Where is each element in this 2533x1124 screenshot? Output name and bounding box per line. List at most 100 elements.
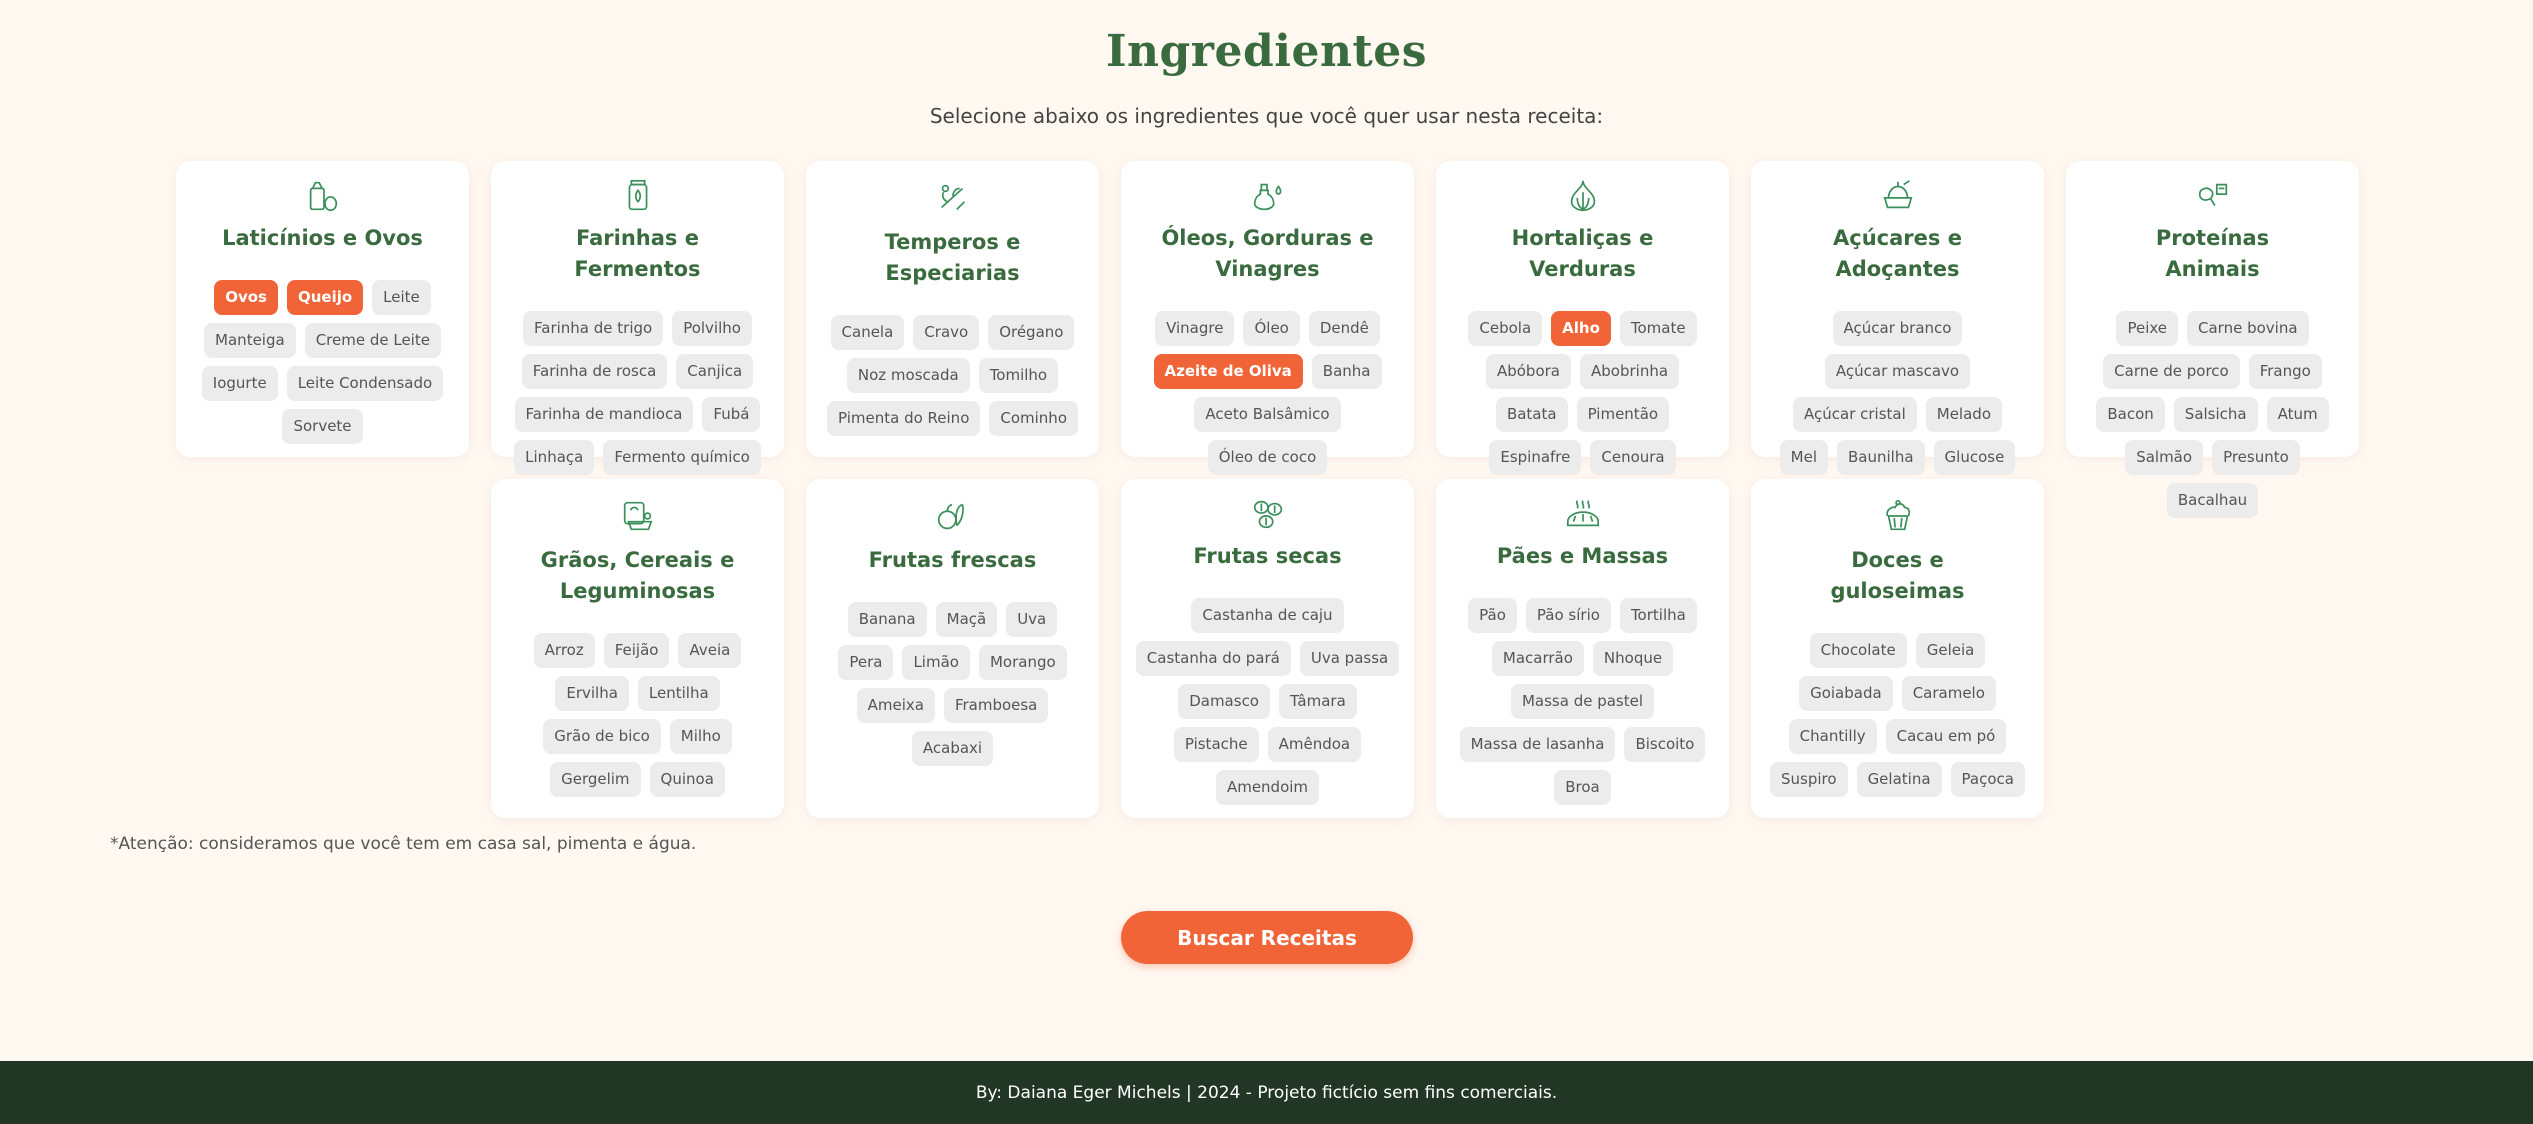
- ingredient-tag[interactable]: Carne de porco: [2103, 354, 2240, 389]
- ingredient-tag[interactable]: Bacalhau: [2166, 483, 2259, 518]
- ingredient-tag[interactable]: Óleo: [1243, 311, 1300, 346]
- ingredient-tag[interactable]: Cebola: [1468, 311, 1543, 346]
- ingredient-tag[interactable]: Amendoim: [1215, 770, 1320, 805]
- ingredient-tag[interactable]: Creme de Leite: [304, 323, 441, 358]
- ingredient-tag[interactable]: Fermento químico: [603, 440, 761, 475]
- ingredient-tag[interactable]: Ovos: [214, 280, 278, 315]
- ingredient-tag[interactable]: Limão: [902, 645, 970, 680]
- ingredient-tag[interactable]: Pão sírio: [1525, 598, 1611, 633]
- ingredient-tag[interactable]: Pimenta do Reino: [827, 401, 981, 436]
- ingredient-tag[interactable]: Uva passa: [1299, 641, 1400, 676]
- ingredient-tag[interactable]: Quinoa: [649, 762, 725, 797]
- ingredient-tag[interactable]: Damasco: [1178, 684, 1270, 719]
- ingredient-tag[interactable]: Leite Condensado: [286, 366, 444, 401]
- ingredient-tag[interactable]: Alho: [1551, 311, 1611, 346]
- ingredient-tag[interactable]: Açúcar mascavo: [1824, 354, 1971, 389]
- ingredient-tag[interactable]: Polvilho: [672, 311, 752, 346]
- ingredient-tag[interactable]: Batata: [1495, 397, 1568, 432]
- ingredient-tag[interactable]: Abóbora: [1485, 354, 1571, 389]
- ingredient-tag[interactable]: Melado: [1925, 397, 2002, 432]
- ingredient-tag[interactable]: Farinha de rosca: [521, 354, 668, 389]
- ingredient-tag[interactable]: Geleia: [1915, 633, 1986, 668]
- ingredient-tag[interactable]: Dendê: [1308, 311, 1380, 346]
- ingredient-tag[interactable]: Linhaça: [514, 440, 595, 475]
- ingredient-tag[interactable]: Feijão: [603, 633, 670, 668]
- ingredient-tag[interactable]: Glucose: [1933, 440, 2016, 475]
- ingredient-tag[interactable]: Arroz: [533, 633, 595, 668]
- ingredient-tag[interactable]: Carne bovina: [2187, 311, 2309, 346]
- ingredient-tag[interactable]: Gergelim: [550, 762, 641, 797]
- ingredient-tag[interactable]: Broa: [1554, 770, 1611, 805]
- ingredient-tag[interactable]: Cravo: [913, 315, 980, 350]
- ingredient-tag[interactable]: Macarrão: [1491, 641, 1584, 676]
- ingredient-tag[interactable]: Ameixa: [856, 688, 935, 723]
- ingredient-tag[interactable]: Cenoura: [1590, 440, 1676, 475]
- ingredient-tag[interactable]: Chocolate: [1809, 633, 1907, 668]
- ingredient-tag[interactable]: Baunilha: [1837, 440, 1925, 475]
- ingredient-tag[interactable]: Pão: [1468, 598, 1517, 633]
- ingredient-tag[interactable]: Goiabada: [1799, 676, 1893, 711]
- ingredient-tag[interactable]: Uva: [1006, 602, 1058, 637]
- ingredient-tag[interactable]: Massa de pastel: [1510, 684, 1655, 719]
- ingredient-tag[interactable]: Biscoito: [1624, 727, 1706, 762]
- ingredient-tag[interactable]: Caramelo: [1901, 676, 1996, 711]
- ingredient-tag[interactable]: Banha: [1311, 354, 1382, 389]
- ingredient-tag[interactable]: Framboesa: [943, 688, 1049, 723]
- ingredient-tag[interactable]: Aceto Balsâmico: [1194, 397, 1341, 432]
- ingredient-tag[interactable]: Farinha de trigo: [523, 311, 664, 346]
- ingredient-tag[interactable]: Queijo: [286, 280, 364, 315]
- ingredient-tag[interactable]: Tâmara: [1279, 684, 1357, 719]
- ingredient-tag[interactable]: Castanha do pará: [1135, 641, 1291, 676]
- ingredient-tag[interactable]: Cominho: [989, 401, 1078, 436]
- ingredient-tag[interactable]: Suspiro: [1770, 762, 1848, 797]
- ingredient-tag[interactable]: Pera: [838, 645, 894, 680]
- ingredient-tag[interactable]: Pistache: [1173, 727, 1259, 762]
- ingredient-tag[interactable]: Mel: [1779, 440, 1829, 475]
- ingredient-tag[interactable]: Presunto: [2212, 440, 2300, 475]
- ingredient-tag[interactable]: Cacau em pó: [1885, 719, 2007, 754]
- ingredient-tag[interactable]: Farinha de mandioca: [514, 397, 694, 432]
- ingredient-tag[interactable]: Noz moscada: [846, 358, 970, 393]
- ingredient-tag[interactable]: Pimentão: [1576, 397, 1670, 432]
- search-recipes-button[interactable]: Buscar Receitas: [1121, 911, 1413, 964]
- ingredient-tag[interactable]: Açúcar cristal: [1793, 397, 1917, 432]
- ingredient-tag[interactable]: Óleo de coco: [1207, 440, 1328, 475]
- ingredient-tag[interactable]: Tomilho: [978, 358, 1059, 393]
- ingredient-tag[interactable]: Amêndoa: [1267, 727, 1362, 762]
- ingredient-tag[interactable]: Tortilha: [1619, 598, 1697, 633]
- ingredient-tag[interactable]: Castanha de caju: [1191, 598, 1344, 633]
- ingredient-tag[interactable]: Salmão: [2125, 440, 2204, 475]
- ingredient-tag[interactable]: Atum: [2266, 397, 2329, 432]
- ingredient-tag[interactable]: Maçã: [935, 602, 998, 637]
- ingredient-tag[interactable]: Lentilha: [637, 676, 720, 711]
- ingredient-tag[interactable]: Acabaxi: [911, 731, 994, 766]
- ingredient-tag[interactable]: Nhoque: [1592, 641, 1674, 676]
- ingredient-tag[interactable]: Açúcar branco: [1832, 311, 1963, 346]
- ingredient-tag[interactable]: Sorvete: [282, 409, 363, 444]
- ingredient-tag[interactable]: Espinafre: [1489, 440, 1582, 475]
- ingredient-tag[interactable]: Canjica: [676, 354, 754, 389]
- ingredient-tag[interactable]: Gelatina: [1856, 762, 1942, 797]
- ingredient-tag[interactable]: Banana: [847, 602, 927, 637]
- ingredient-tag[interactable]: Abobrinha: [1580, 354, 1680, 389]
- ingredient-tag[interactable]: Azeite de Oliva: [1153, 354, 1303, 389]
- ingredient-tag[interactable]: Canela: [830, 315, 905, 350]
- ingredient-tag[interactable]: Frango: [2248, 354, 2322, 389]
- ingredient-tag[interactable]: Iogurte: [201, 366, 278, 401]
- ingredient-tag[interactable]: Peixe: [2116, 311, 2179, 346]
- ingredient-tag[interactable]: Grão de bico: [543, 719, 661, 754]
- ingredient-tag[interactable]: Chantilly: [1788, 719, 1877, 754]
- ingredient-tag[interactable]: Fubá: [702, 397, 761, 432]
- ingredient-tag[interactable]: Ervilha: [555, 676, 629, 711]
- ingredient-tag[interactable]: Manteiga: [204, 323, 296, 358]
- ingredient-tag[interactable]: Leite: [372, 280, 431, 315]
- ingredient-tag[interactable]: Milho: [669, 719, 732, 754]
- ingredient-tag[interactable]: Massa de lasanha: [1459, 727, 1616, 762]
- ingredient-tag[interactable]: Aveia: [678, 633, 742, 668]
- ingredient-tag[interactable]: Morango: [978, 645, 1067, 680]
- ingredient-tag[interactable]: Vinagre: [1155, 311, 1235, 346]
- ingredient-tag[interactable]: Salsicha: [2173, 397, 2258, 432]
- ingredient-tag[interactable]: Tomate: [1619, 311, 1697, 346]
- ingredient-tag[interactable]: Paçoca: [1950, 762, 2025, 797]
- ingredient-tag[interactable]: Orégano: [988, 315, 1075, 350]
